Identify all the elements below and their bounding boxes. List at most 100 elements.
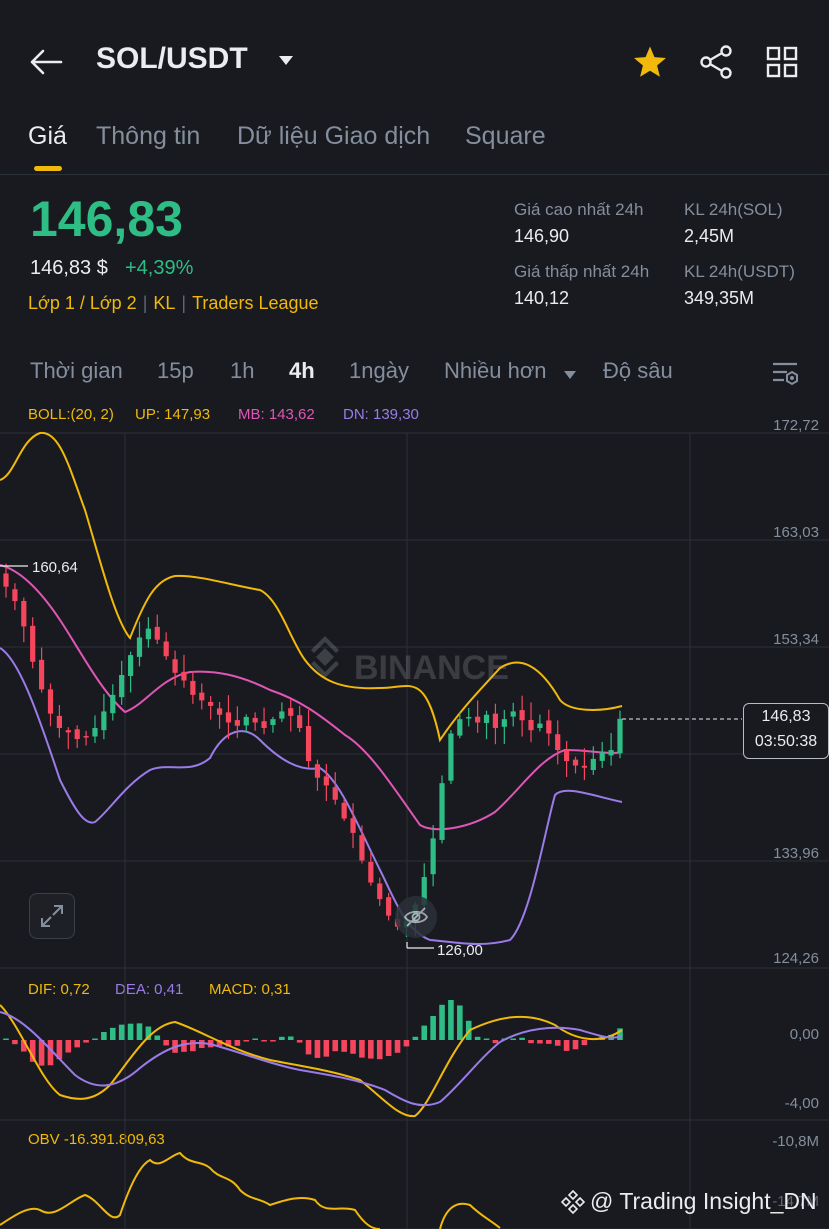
candle-body xyxy=(216,708,223,715)
tf-15m[interactable]: 15p xyxy=(157,358,194,384)
macd-bar xyxy=(314,1040,321,1058)
back-button[interactable] xyxy=(26,42,66,82)
boll-mid-line xyxy=(0,564,623,831)
candle-body xyxy=(101,711,107,731)
macd-bar xyxy=(581,1040,588,1046)
candle-body xyxy=(492,713,499,728)
candle-body xyxy=(92,727,98,737)
candle-body xyxy=(386,897,392,916)
tab-trading-data[interactable]: Dữ liệu Giao dịch xyxy=(237,122,430,151)
candle-body xyxy=(3,573,9,587)
macd-bar xyxy=(38,1040,45,1066)
boll-lower-line xyxy=(0,647,623,946)
expand-chart-button[interactable] xyxy=(29,893,75,939)
grid-icon xyxy=(766,46,798,78)
macd-bar xyxy=(483,1038,490,1040)
share-button[interactable] xyxy=(696,42,736,82)
macd-bar xyxy=(439,1004,445,1040)
candle-body xyxy=(323,776,329,786)
candle-body xyxy=(341,802,347,819)
macd-bar xyxy=(412,1036,419,1040)
macd-bar xyxy=(305,1040,312,1055)
candle-body xyxy=(581,765,588,768)
tf-1d[interactable]: 1ngày xyxy=(349,358,409,384)
high-value: 146,90 xyxy=(514,226,570,246)
candle-body xyxy=(608,750,614,756)
tab-info[interactable]: Thông tin xyxy=(96,122,200,151)
settings-icon xyxy=(773,362,798,386)
macd-bar xyxy=(163,1040,169,1046)
expand-icon xyxy=(41,905,63,927)
price-chart[interactable]: BINANCE 160,64 126,00 172,72 163,03 153,… xyxy=(0,400,829,1229)
macd-bar xyxy=(83,1040,89,1043)
candle-body xyxy=(83,736,89,738)
candle-body xyxy=(599,752,605,761)
candle-body xyxy=(590,758,596,771)
candle-body xyxy=(501,719,507,727)
candle-body xyxy=(439,783,445,840)
tag-list: Lớp 1 / Lớp 2 | KL | Traders League xyxy=(28,293,319,313)
candle-body xyxy=(332,787,338,800)
macd-bar xyxy=(270,1040,276,1042)
tag-traders-league[interactable]: Traders League xyxy=(192,293,318,313)
tag-kl[interactable]: KL xyxy=(153,293,175,313)
tab-square[interactable]: Square xyxy=(465,122,546,151)
macd-bar xyxy=(279,1036,285,1040)
macd-bar xyxy=(341,1040,347,1052)
macd-bar xyxy=(287,1036,294,1040)
macd-bar xyxy=(3,1038,9,1040)
boll-upper-line xyxy=(0,431,623,743)
candle-body xyxy=(127,655,134,676)
macd-bar xyxy=(519,1037,525,1040)
tag-layer[interactable]: Lớp 1 / Lớp 2 xyxy=(28,293,137,313)
macd-axis-label: 0,00 xyxy=(790,1026,819,1043)
candle-body xyxy=(288,708,294,716)
tab-price[interactable]: Giá xyxy=(28,122,67,151)
price-axis-label: 163,03 xyxy=(773,524,819,541)
candle-body xyxy=(136,637,143,657)
favorite-button[interactable] xyxy=(630,42,670,82)
candle-body xyxy=(519,710,525,721)
macd-bar xyxy=(323,1040,330,1057)
hide-indicator-button[interactable] xyxy=(395,896,437,938)
candle-countdown: 03:50:38 xyxy=(754,733,818,750)
candle-body xyxy=(555,734,561,751)
vol-quote-value: 349,35M xyxy=(684,288,755,308)
binance-logo-icon xyxy=(560,1189,586,1214)
price-axis-label: 172,72 xyxy=(773,417,819,434)
candle-body xyxy=(12,589,18,602)
macd-bar xyxy=(12,1040,18,1045)
candle-body xyxy=(270,719,276,725)
tf-time[interactable]: Thời gian xyxy=(30,358,123,384)
active-tab-indicator xyxy=(34,166,62,171)
macd-bar xyxy=(118,1024,125,1040)
candle-body xyxy=(56,715,62,728)
caret-down-icon[interactable] xyxy=(278,54,294,72)
tf-depth[interactable]: Độ sâu xyxy=(603,358,673,384)
macd-bar xyxy=(296,1040,303,1043)
candle-body xyxy=(74,729,80,740)
caret-down-icon xyxy=(563,367,577,385)
chart-grid xyxy=(0,432,829,1229)
macd-bar xyxy=(385,1040,392,1056)
watermark-text: @ Trading Insight_DN xyxy=(590,1188,817,1214)
macd-bar xyxy=(74,1040,80,1048)
candle-body xyxy=(38,659,45,690)
macd-bar xyxy=(403,1040,410,1047)
tf-4h[interactable]: 4h xyxy=(289,358,315,384)
high-annotation: 160,64 xyxy=(32,559,78,576)
tf-more[interactable]: Nhiều hơn xyxy=(444,358,547,384)
chart-settings-button[interactable] xyxy=(768,356,802,390)
obv-line xyxy=(0,1151,501,1229)
tabs-divider xyxy=(0,174,829,175)
pair-title[interactable]: SOL/USDT xyxy=(96,42,248,76)
high-label: Giá cao nhất 24h xyxy=(514,200,644,219)
candle-body xyxy=(21,600,27,627)
vol-quote-label: KL 24h(USDT) xyxy=(684,262,795,281)
macd-bar xyxy=(537,1040,543,1044)
candle-body xyxy=(359,835,365,861)
current-price-tag: 146,83 03:50:38 xyxy=(743,703,829,759)
macd-bar xyxy=(234,1040,241,1046)
more-button[interactable] xyxy=(762,42,802,82)
tf-1h[interactable]: 1h xyxy=(230,358,254,384)
